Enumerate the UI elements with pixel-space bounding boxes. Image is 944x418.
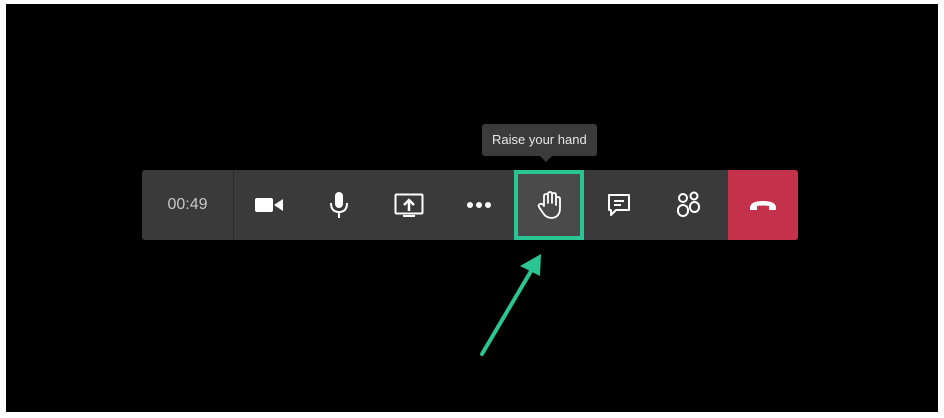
video-camera-icon — [254, 195, 284, 215]
share-screen-icon — [394, 193, 424, 217]
share-screen-button[interactable] — [374, 170, 444, 240]
raise-hand-tooltip: Raise your hand — [482, 124, 597, 156]
raise-hand-button[interactable] — [514, 170, 584, 240]
chat-button[interactable] — [584, 170, 654, 240]
call-timer: 00:49 — [142, 170, 234, 240]
camera-button[interactable] — [234, 170, 304, 240]
tooltip-pointer — [540, 156, 552, 162]
participants-icon — [675, 191, 703, 219]
chat-icon — [606, 192, 632, 218]
more-icon — [466, 201, 492, 209]
meeting-toolbar: 00:49 — [142, 170, 798, 240]
more-actions-button[interactable] — [444, 170, 514, 240]
hand-icon — [536, 190, 562, 220]
phone-hangup-icon — [748, 198, 778, 212]
mic-button[interactable] — [304, 170, 374, 240]
hang-up-button[interactable] — [728, 170, 798, 240]
microphone-icon — [328, 191, 350, 219]
participants-button[interactable] — [654, 170, 724, 240]
